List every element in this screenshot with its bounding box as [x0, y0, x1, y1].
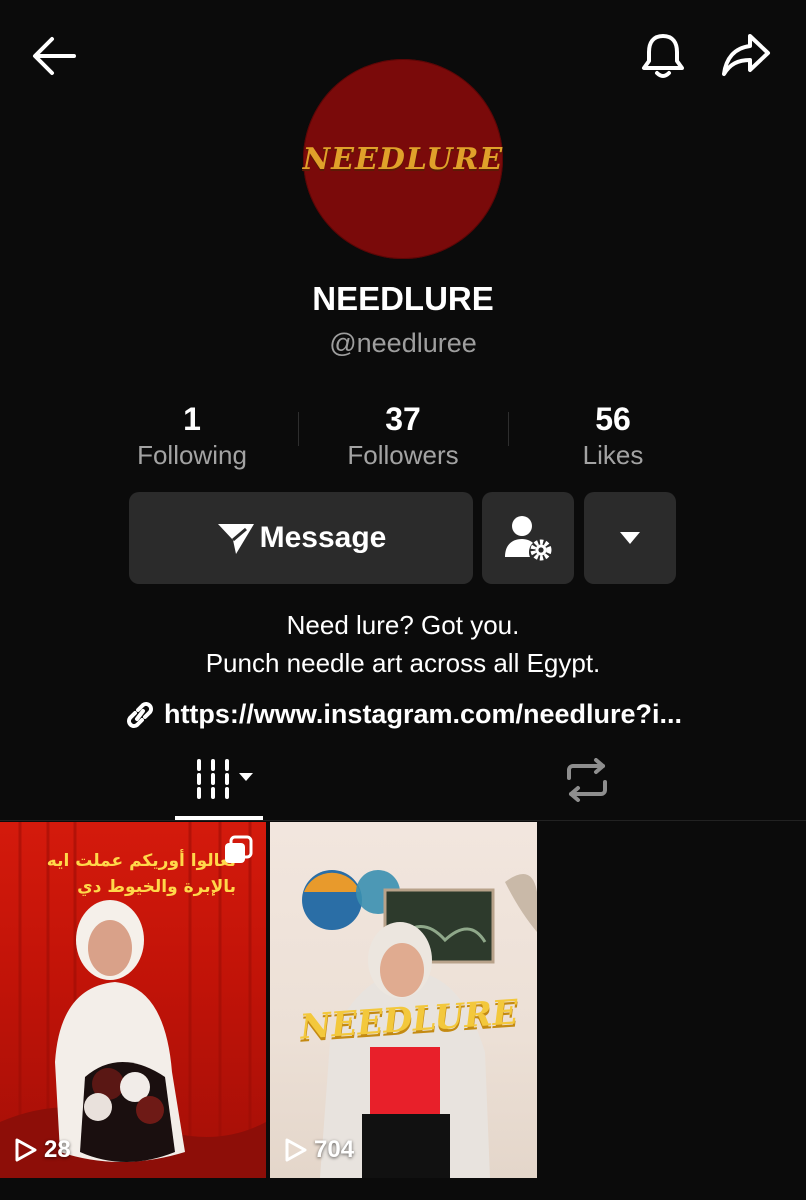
play-count-value: 704: [314, 1136, 355, 1163]
message-button[interactable]: Message: [129, 492, 473, 584]
stat-divider: [298, 412, 299, 446]
play-count-value: 28: [44, 1136, 71, 1163]
link-icon: [126, 701, 153, 728]
overlay-line: بالإبرة والخيوط دي: [77, 877, 236, 897]
play-icon: [15, 1138, 37, 1162]
tab-videos[interactable]: [175, 750, 263, 816]
bio-link-text: https://www.instagram.com/needlure?i...: [163, 699, 683, 729]
message-label: Message: [259, 521, 387, 554]
bell-icon[interactable]: [640, 30, 686, 80]
caret-down-icon: [620, 532, 640, 544]
content-tabs: [0, 750, 806, 822]
arrow-left-icon[interactable]: [30, 34, 78, 78]
person-settings-icon: [505, 516, 552, 561]
multi-photo-icon: [225, 835, 253, 863]
username: @needluree: [329, 328, 477, 358]
friend-settings-button[interactable]: [482, 492, 574, 584]
share-arrow-icon[interactable]: [720, 32, 772, 78]
repost-icon: [567, 758, 607, 802]
video-thumbnail[interactable]: تعالوا أوريكم عملت ايه بالإبرة والخيوط د…: [0, 822, 266, 1178]
display-name: NEEDLURE: [312, 280, 494, 317]
followers-count: 37: [385, 401, 421, 437]
profile-avatar[interactable]: NEEDLURE: [303, 59, 503, 259]
tabs-divider: [0, 820, 806, 821]
likes-count: 56: [595, 401, 631, 437]
following-count: 1: [183, 401, 201, 437]
send-icon: [217, 524, 254, 554]
bio-line: Need lure? Got you.: [286, 610, 520, 640]
stat-followers[interactable]: 37 Followers: [303, 400, 503, 472]
bio-link[interactable]: https://www.instagram.com/needlure?i...: [0, 699, 806, 730]
grid-columns-icon: [197, 759, 253, 799]
following-label: Following: [137, 440, 247, 470]
bio-line: Punch needle art across all Egypt.: [205, 648, 601, 678]
play-icon: [285, 1138, 307, 1162]
play-count: 704: [284, 1136, 354, 1164]
play-count: 28: [14, 1136, 71, 1164]
avatar-logo-text: NEEDLURE: [302, 141, 504, 177]
more-options-button[interactable]: [584, 492, 676, 584]
stat-following[interactable]: 1 Following: [92, 400, 292, 472]
tab-reposts[interactable]: [543, 750, 631, 816]
likes-label: Likes: [582, 440, 644, 470]
followers-label: Followers: [347, 440, 459, 470]
stat-likes[interactable]: 56 Likes: [513, 400, 713, 472]
overlay-line: تعالوا أوريكم عملت ايه: [46, 851, 236, 871]
video-1-overlay-text: تعالوا أوريكم عملت ايه بالإبرة والخيوط د…: [26, 848, 236, 900]
video-thumbnail[interactable]: NEEDLURE 704: [270, 822, 537, 1178]
stat-divider: [508, 412, 509, 446]
